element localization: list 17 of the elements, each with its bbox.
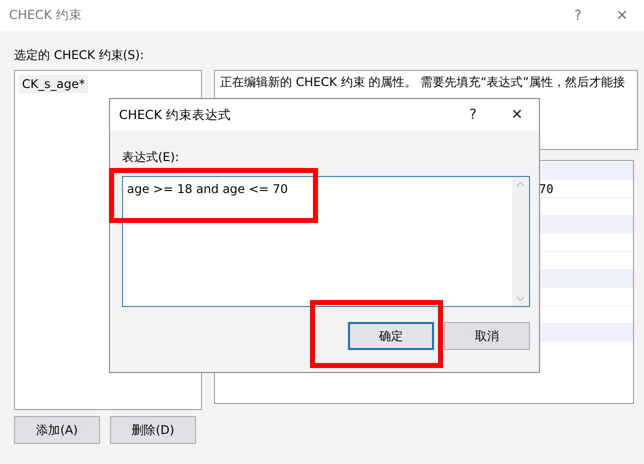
field-label: 表达式(E): [122, 149, 179, 166]
button[interactable]: 添加(A) [14, 416, 100, 444]
scroll-down-icon[interactable] [516, 296, 525, 302]
help-button[interactable]: ? [451, 107, 495, 123]
window-title: CHECK 约束 [9, 7, 83, 24]
scroll-up-icon[interactable] [516, 181, 525, 187]
list-item[interactable]: CK_s_age* [19, 75, 88, 93]
button[interactable]: 确定 [348, 322, 434, 350]
scrollbar[interactable] [512, 177, 529, 306]
close-button[interactable]: ✕ [495, 107, 539, 123]
button[interactable]: 取消 [444, 322, 530, 350]
help-button[interactable]: ? [556, 8, 600, 24]
button[interactable]: 删除(D) [110, 416, 196, 444]
close-button[interactable]: ✕ [600, 8, 644, 24]
list-label: 选定的 CHECK 约束(S): [14, 47, 144, 64]
expression-field[interactable]: age >= 18 and age <= 70 [122, 176, 530, 307]
property-value: 70 [539, 182, 554, 196]
